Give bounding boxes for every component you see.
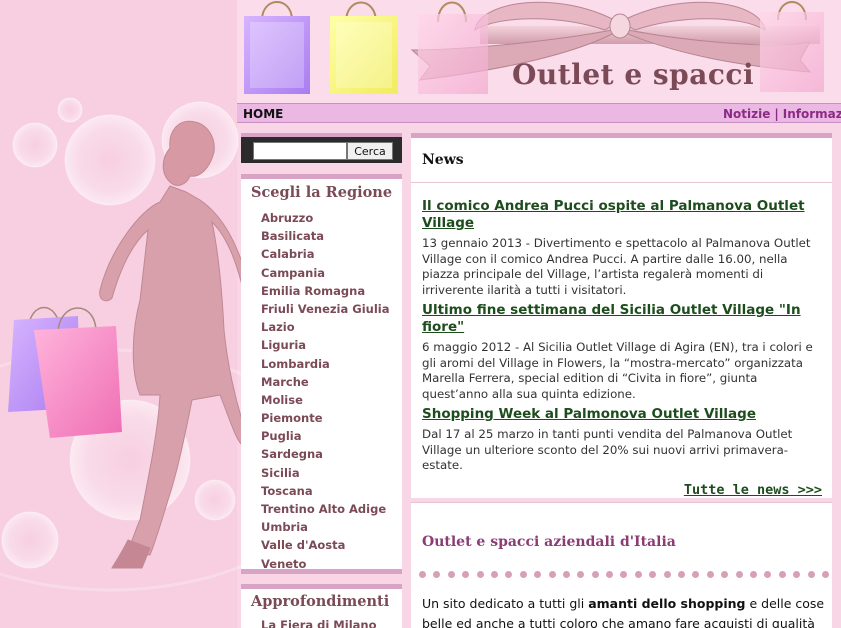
search-panel: Cerca bbox=[241, 133, 402, 163]
search-button[interactable]: Cerca bbox=[347, 142, 393, 160]
region-link-liguria[interactable]: Liguria bbox=[261, 338, 306, 352]
news-title-link[interactable]: Il comico Andrea Pucci ospite al Palmano… bbox=[422, 198, 822, 232]
list-item: Friuli Venezia Giulia bbox=[261, 298, 402, 316]
list-item: Campania bbox=[261, 262, 402, 280]
news-text: 6 maggio 2012 - Al Sicilia Outlet Villag… bbox=[422, 340, 813, 401]
news-item: Il comico Andrea Pucci ospite al Palmano… bbox=[422, 198, 822, 298]
region-link-umbria[interactable]: Umbria bbox=[261, 520, 308, 534]
news-list: Il comico Andrea Pucci ospite al Palmano… bbox=[411, 183, 832, 474]
nav-home-link[interactable]: HOME bbox=[243, 107, 283, 121]
region-link-marche[interactable]: Marche bbox=[261, 375, 309, 389]
nav-link-informazioni[interactable]: Informaz bbox=[783, 107, 841, 121]
yellow-bag-icon bbox=[330, 1, 398, 94]
list-item: Sicilia bbox=[261, 462, 402, 480]
region-link-sardegna[interactable]: Sardegna bbox=[261, 447, 323, 461]
region-link-lombardia[interactable]: Lombardia bbox=[261, 357, 330, 371]
list-item: Veneto bbox=[261, 553, 402, 571]
outlet-intro-text: Un sito dedicato a tutti gli amanti dell… bbox=[422, 594, 827, 628]
nav-right-links: Notizie | Informaz bbox=[723, 107, 841, 121]
region-link-basilicata[interactable]: Basilicata bbox=[261, 229, 324, 243]
all-news-link[interactable]: Tutte le news >>> bbox=[684, 482, 822, 498]
outlet-section-title: Outlet e spacci aziendali d'Italia bbox=[422, 534, 676, 550]
list-item: Lazio bbox=[261, 316, 402, 334]
link-fiera-milano[interactable]: La Fiera di Milano bbox=[261, 618, 376, 628]
list-item: Calabria bbox=[261, 243, 402, 261]
list-item: Marche bbox=[261, 371, 402, 389]
approfondimenti-menu: Approfondimenti La Fiera di Milano bbox=[241, 584, 402, 628]
region-link-molise[interactable]: Molise bbox=[261, 393, 303, 407]
region-menu-title: Scegli la Regione bbox=[251, 184, 393, 201]
region-link-valle-d-aosta[interactable]: Valle d'Aosta bbox=[261, 538, 345, 552]
news-text: 13 gennaio 2013 - Divertimento e spettac… bbox=[422, 236, 811, 297]
news-item: Shopping Week al Palmonova Outlet Villag… bbox=[422, 406, 822, 474]
region-link-abruzzo[interactable]: Abruzzo bbox=[261, 211, 313, 225]
news-title-link[interactable]: Shopping Week al Palmonova Outlet Villag… bbox=[422, 406, 822, 423]
approfondimenti-title: Approfondimenti bbox=[251, 593, 390, 610]
list-item: Molise bbox=[261, 389, 402, 407]
region-link-piemonte[interactable]: Piemonte bbox=[261, 411, 323, 425]
list-item: Valle d'Aosta bbox=[261, 534, 402, 552]
region-list: Abruzzo Basilicata Calabria Campania Emi… bbox=[241, 207, 402, 571]
region-menu: Scegli la Regione Abruzzo Basilicata Cal… bbox=[241, 174, 402, 574]
list-item: Basilicata bbox=[261, 225, 402, 243]
region-link-sicilia[interactable]: Sicilia bbox=[261, 466, 300, 480]
dotted-divider bbox=[419, 571, 829, 581]
pink-bag-icon bbox=[760, 1, 824, 92]
top-navbar: HOME Notizie | Informaz bbox=[237, 103, 841, 123]
list-item: Emilia Romagna bbox=[261, 280, 402, 298]
list-item: Sardegna bbox=[261, 443, 402, 461]
region-link-calabria[interactable]: Calabria bbox=[261, 247, 315, 261]
list-item: Umbria bbox=[261, 516, 402, 534]
list-item: La Fiera di Milano bbox=[261, 614, 402, 628]
news-text: Dal 17 al 25 marzo in tanti punti vendit… bbox=[422, 427, 793, 472]
outlet-intro-section: Outlet e spacci aziendali d'Italia Un si… bbox=[411, 502, 832, 628]
pink-bag-icon bbox=[418, 1, 488, 94]
list-item: Liguria bbox=[261, 334, 402, 352]
outlet-text-bold: amanti dello shopping bbox=[588, 596, 746, 611]
region-link-puglia[interactable]: Puglia bbox=[261, 429, 302, 443]
news-section: News Il comico Andrea Pucci ospite al Pa… bbox=[411, 133, 832, 498]
list-item: Abruzzo bbox=[261, 207, 402, 225]
search-input[interactable] bbox=[253, 142, 347, 160]
site-title: Outlet e spacci bbox=[512, 58, 755, 91]
nav-link-notizie[interactable]: Notizie bbox=[723, 107, 770, 121]
list-item: Puglia bbox=[261, 425, 402, 443]
region-link-trentino-alto-adige[interactable]: Trentino Alto Adige bbox=[261, 502, 386, 516]
news-title-link[interactable]: Ultimo fine settimana del Sicilia Outlet… bbox=[422, 302, 822, 336]
approfondimenti-list: La Fiera di Milano bbox=[241, 614, 402, 628]
region-link-lazio[interactable]: Lazio bbox=[261, 320, 295, 334]
outlet-text-part: Un sito dedicato a tutti gli bbox=[422, 596, 589, 611]
region-link-veneto[interactable]: Veneto bbox=[261, 557, 306, 571]
nav-separator: | bbox=[774, 107, 779, 121]
region-link-toscana[interactable]: Toscana bbox=[261, 484, 313, 498]
region-link-emilia-romagna[interactable]: Emilia Romagna bbox=[261, 284, 365, 298]
news-item: Ultimo fine settimana del Sicilia Outlet… bbox=[422, 302, 822, 402]
list-item: Lombardia bbox=[261, 353, 402, 371]
news-heading: News bbox=[411, 138, 832, 183]
region-link-campania[interactable]: Campania bbox=[261, 266, 325, 280]
list-item: Toscana bbox=[261, 480, 402, 498]
list-item: Piemonte bbox=[261, 407, 402, 425]
list-item: Trentino Alto Adige bbox=[261, 498, 402, 516]
region-link-friuli-venezia-giulia[interactable]: Friuli Venezia Giulia bbox=[261, 302, 389, 316]
